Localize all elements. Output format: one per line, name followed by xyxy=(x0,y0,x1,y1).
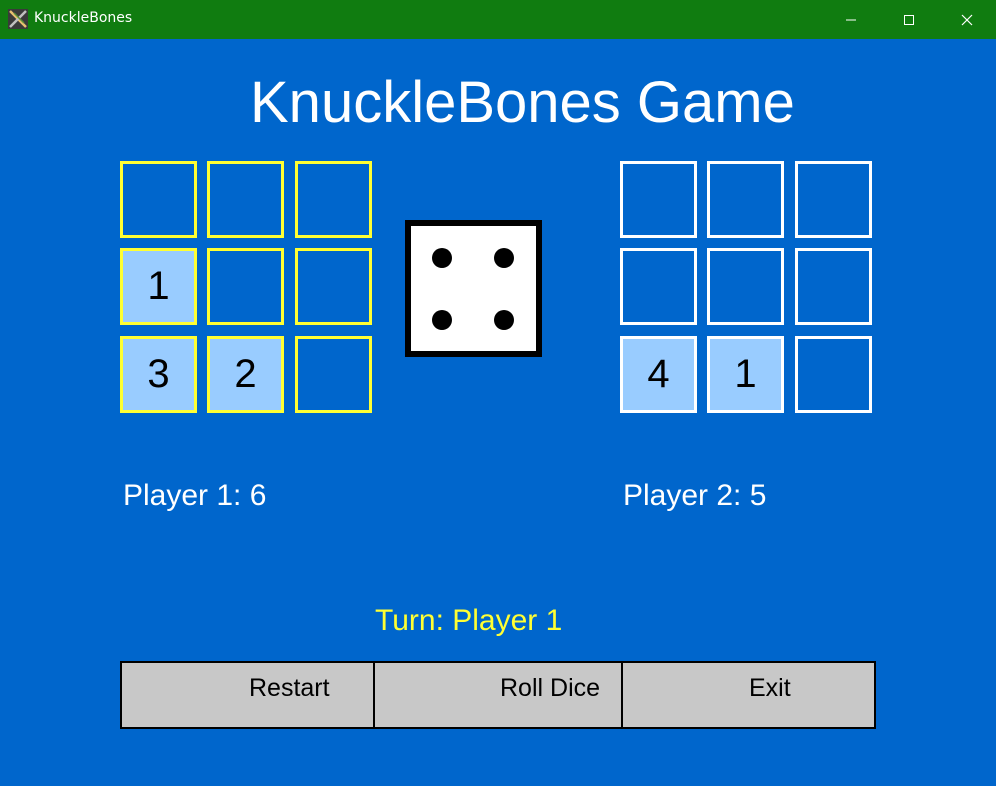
player2-cell-r3c1[interactable]: 4 xyxy=(620,336,697,413)
minimize-icon xyxy=(846,19,856,21)
dice-pip xyxy=(432,310,452,330)
player2-cell-r3c3[interactable] xyxy=(795,336,872,413)
game-title: KnuckleBones Game xyxy=(250,70,795,135)
player2-cell-r1c2[interactable] xyxy=(707,161,784,238)
maximize-icon xyxy=(904,15,914,25)
close-button[interactable] xyxy=(938,0,996,39)
turn-indicator: Turn: Player 1 xyxy=(375,604,563,637)
window-titlebar: KnuckleBones xyxy=(0,0,996,39)
close-icon xyxy=(961,14,973,26)
dice-face xyxy=(405,220,542,357)
player1-cell-r2c1[interactable]: 1 xyxy=(120,248,197,325)
player1-cell-r3c1[interactable]: 3 xyxy=(120,336,197,413)
dice-pip xyxy=(494,248,514,268)
dice-pip xyxy=(432,248,452,268)
player2-cell-r2c3[interactable] xyxy=(795,248,872,325)
minimize-button[interactable] xyxy=(822,0,880,39)
maximize-button[interactable] xyxy=(880,0,938,39)
button-bar: Restart Roll Dice Exit xyxy=(120,661,876,729)
player1-cell-r2c3[interactable] xyxy=(295,248,372,325)
player2-cell-r1c1[interactable] xyxy=(620,161,697,238)
knucklebones-app-icon xyxy=(8,9,28,29)
player1-cell-r3c3[interactable] xyxy=(295,336,372,413)
dice-pip xyxy=(494,310,514,330)
player1-cell-r1c1[interactable] xyxy=(120,161,197,238)
roll-dice-button[interactable]: Roll Dice xyxy=(375,663,623,727)
player2-score: Player 2: 5 xyxy=(623,479,767,512)
player1-cell-r3c2[interactable]: 2 xyxy=(207,336,284,413)
player2-cell-r2c1[interactable] xyxy=(620,248,697,325)
player1-cell-r2c2[interactable] xyxy=(207,248,284,325)
player2-cell-r1c3[interactable] xyxy=(795,161,872,238)
exit-button[interactable]: Exit xyxy=(623,663,874,727)
player1-score: Player 1: 6 xyxy=(123,479,267,512)
player1-cell-r1c3[interactable] xyxy=(295,161,372,238)
player2-cell-r3c2[interactable]: 1 xyxy=(707,336,784,413)
window-title: KnuckleBones xyxy=(34,10,133,26)
restart-button[interactable]: Restart xyxy=(122,663,375,727)
player1-cell-r1c2[interactable] xyxy=(207,161,284,238)
player2-cell-r2c2[interactable] xyxy=(707,248,784,325)
